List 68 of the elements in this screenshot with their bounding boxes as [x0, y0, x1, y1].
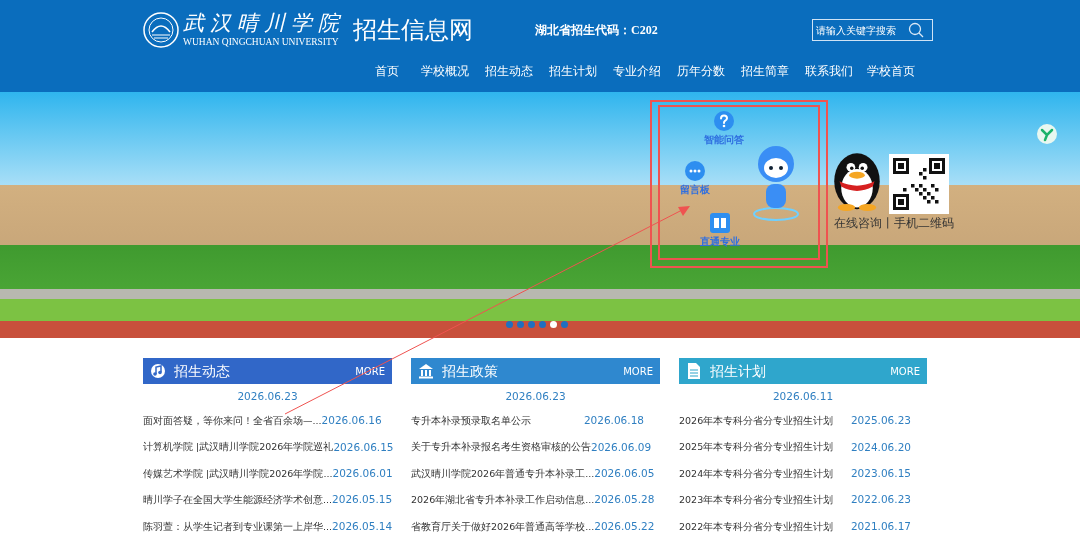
nav-link-item[interactable]: 首页 [361, 62, 413, 80]
news-date: 2021.06.17 [850, 518, 911, 534]
news-date: 2026.06.15 [333, 439, 394, 455]
news-link[interactable]: 2022年本专科分省分专业招生计划 [679, 519, 834, 534]
nav-link-item[interactable]: 历年分数 [669, 62, 733, 80]
carousel-dot[interactable] [517, 321, 524, 328]
chat-icon[interactable] [683, 160, 707, 182]
news-date: 2022.06.23 [850, 492, 911, 508]
news-link[interactable]: 2026年湖北省专升本补录工作启动信息... [411, 493, 595, 508]
section-title: 招生动态 [174, 361, 230, 381]
news-date: 2026.06.09 [591, 439, 652, 455]
news-date: 2026.05.15 [332, 492, 393, 508]
admission-code: 湖北省招生代码：C202 [535, 22, 658, 39]
carousel-dot[interactable] [528, 321, 535, 328]
logo-name: 武汉晴川学院 [183, 12, 345, 34]
nav-link-item[interactable]: 学校概况 [413, 62, 477, 80]
section-title: 招生政策 [442, 361, 498, 381]
news-date: 2024.06.20 [850, 439, 911, 455]
news-link[interactable]: 武汉晴川学院2026年普通专升本补录工... [411, 466, 595, 482]
news-date: 2026.05.14 [332, 518, 393, 534]
news-link[interactable]: 晴川学子在全国大学生能源经济学术创意... [143, 493, 333, 508]
book-icon[interactable] [708, 212, 732, 234]
music-disc-icon [150, 363, 166, 379]
news-date: 2026.06.16 [321, 413, 382, 429]
news-link[interactable]: 2023年本专科分省分专业招生计划 [679, 493, 834, 508]
news-link[interactable]: 2024年本专科分省分专业招生计划 [679, 466, 834, 482]
document-icon [686, 363, 702, 379]
carousel-dot[interactable] [539, 321, 546, 328]
news-link[interactable]: 计算机学院 |武汉晴川学院2026年学院巡礼 [143, 440, 334, 455]
news-date: 2025.06.23 [850, 413, 911, 429]
qr-code [889, 154, 949, 214]
carousel-dot[interactable] [506, 321, 513, 328]
emblem-icon [143, 12, 179, 48]
news-link[interactable]: 省教育厅关于做好2026年普通高等学校... [411, 519, 595, 534]
carousel-dot[interactable] [550, 321, 557, 328]
search-field[interactable]: 请输入关键字搜索 [812, 19, 933, 41]
bank-building-icon [418, 363, 434, 379]
news-link[interactable]: 面对面答疑，等你来问！全省百余场—... [143, 414, 322, 429]
search-icon[interactable] [908, 22, 924, 38]
featured-date: 2026.06.23 [236, 390, 299, 402]
news-link[interactable]: 专升本补录预录取名单公示 [411, 414, 531, 429]
news-link[interactable]: 关于专升本补录报名考生资格审核的公告 [411, 440, 591, 455]
more-link[interactable]: MORE [623, 363, 653, 379]
contact-caption: 在线咨询丨手机二维码 [834, 215, 954, 232]
site-title: 招生信息网 [353, 18, 473, 42]
featured-date: 2026.06.23 [504, 390, 567, 402]
nav-link-item[interactable]: 招生动态 [477, 62, 541, 80]
news-link[interactable]: 2026年本专科分省分专业招生计划 [679, 414, 834, 429]
nav-link-item[interactable]: 学校首页 [861, 62, 921, 80]
news-date: 2026.05.22 [594, 518, 655, 534]
news-link[interactable]: 陈羽萱：从学生记者到专业课第一上岸华... [143, 519, 333, 534]
news-date: 2026.05.28 [594, 492, 655, 508]
nav-link-item[interactable]: 专业介绍 [605, 62, 669, 80]
nav-link-item[interactable]: 联系我们 [797, 62, 861, 80]
news-date: 2023.06.15 [850, 466, 911, 482]
news-link[interactable]: 2025年本专科分省分专业招生计划 [679, 440, 834, 455]
news-date: 2026.06.05 [594, 466, 655, 482]
nav-link-item[interactable]: 招生简章 [733, 62, 797, 80]
question-icon[interactable] [712, 110, 736, 132]
featured-date: 2026.06.11 [771, 390, 835, 402]
news-date: 2026.06.01 [332, 466, 393, 482]
check-badge-icon[interactable] [1036, 123, 1058, 145]
logo-english: WUHAN QINGCHUAN UNIVERSITY [183, 37, 340, 48]
section-title: 招生计划 [710, 361, 766, 381]
news-date: 2026.06.18 [583, 413, 644, 429]
carousel-dot[interactable] [561, 321, 568, 328]
news-link[interactable]: 传媒艺术学院 |武汉晴川学院2026年学院... [143, 466, 333, 482]
nav-link-item[interactable]: 招生计划 [541, 62, 605, 80]
